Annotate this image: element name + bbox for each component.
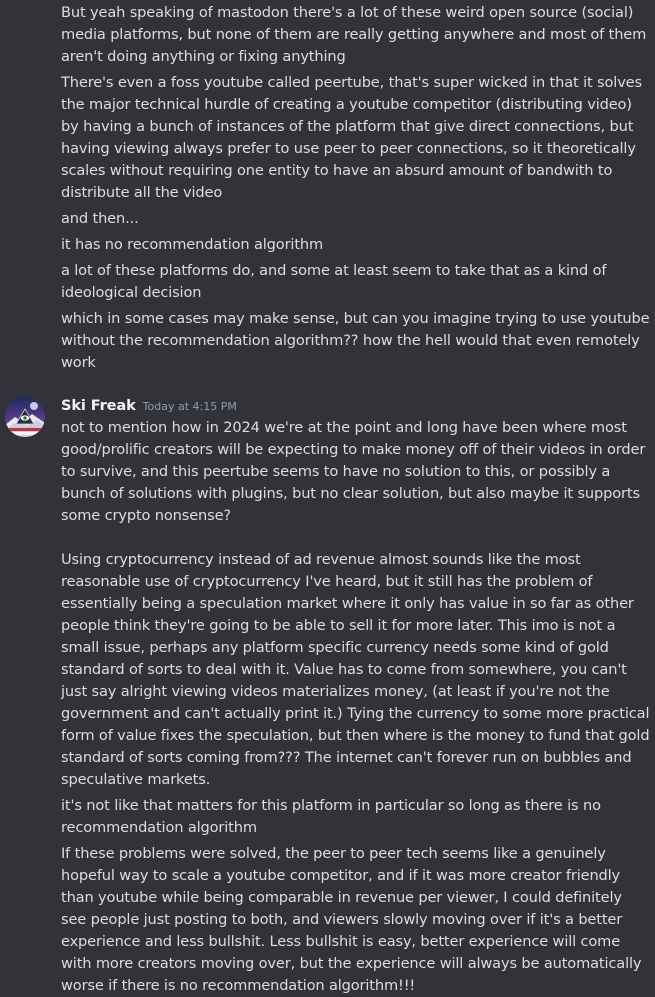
avatar-image — [5, 397, 45, 437]
message-text: it's not like that matters for this plat… — [61, 797, 601, 836]
message-text: There's even a foss youtube called peert… — [61, 74, 642, 201]
message-header: Ski Freak Today at 4:15 PM — [61, 395, 651, 417]
message-group-previous: But yeah speaking of mastodon there's a … — [61, 2, 651, 374]
message-group-ski-freak: Ski Freak Today at 4:15 PM not to mentio… — [61, 395, 651, 997]
message-paragraph: not to mention how in 2024 we're at the … — [61, 419, 646, 524]
message-text: it has no recommendation algorithm — [61, 236, 324, 253]
avatar-icon[interactable] — [5, 397, 45, 437]
username[interactable]: Ski Freak — [61, 395, 136, 417]
timestamp[interactable]: Today at 4:15 PM — [143, 396, 237, 418]
message-text: a lot of these platforms do, and some at… — [61, 262, 607, 301]
message-text: But yeah speaking of mastodon there's a … — [61, 4, 647, 65]
message-text: If these problems were solved, the peer … — [61, 845, 642, 994]
message-text: which in some cases may make sense, but … — [61, 310, 650, 371]
message-paragraph: Using cryptocurrency instead of ad reven… — [61, 551, 650, 788]
message-text: not to mention how in 2024 we're at the … — [61, 417, 651, 791]
message-text: and then... — [61, 210, 139, 227]
